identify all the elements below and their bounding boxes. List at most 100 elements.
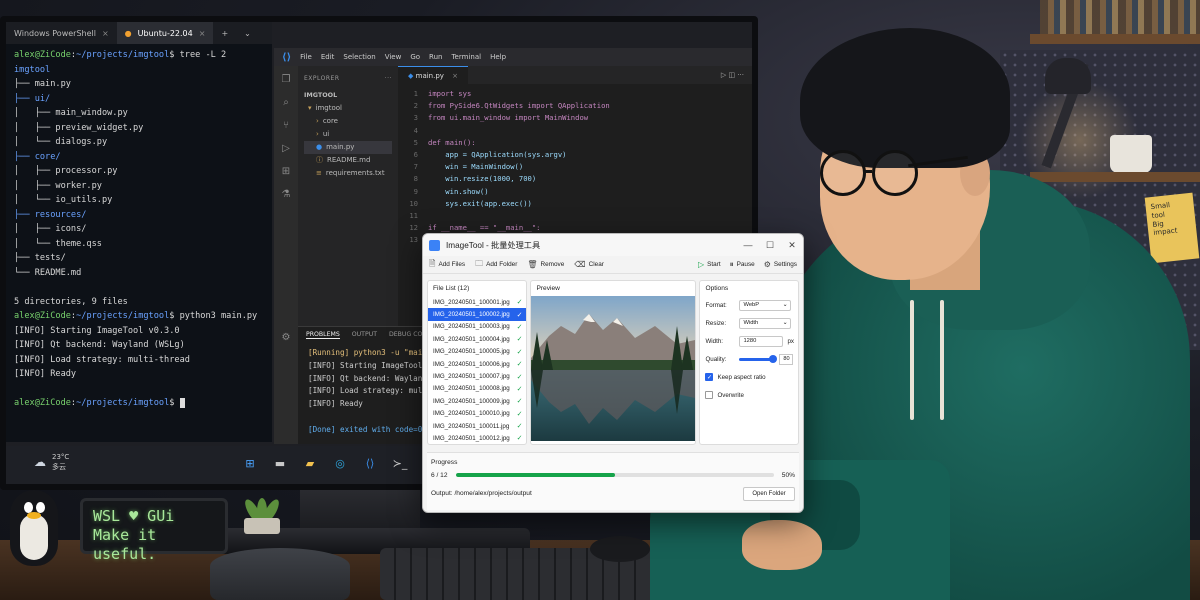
toolbar-button-label: Settings [773,261,797,268]
terminal-line: ├── ui/ [14,92,264,107]
file-list-item[interactable]: IMG_20240501_100005.jpg ✓ [428,346,526,358]
windows-start-icon[interactable]: ⊞ [240,453,260,473]
overwrite-row[interactable]: Overwrite [700,386,794,404]
monitor-stand [300,490,420,532]
settings-button[interactable]: ⚙ Settings [764,260,797,270]
menu-item-run[interactable]: Run [429,53,442,61]
explorer-project-name[interactable]: IMGTOOL [304,89,392,102]
keep-aspect-row[interactable]: ✓ Keep aspect ratio [700,368,794,386]
terminal-text: ├── main.py [14,79,71,89]
menu-item-help[interactable]: Help [490,53,506,61]
explorer-item[interactable]: › ui [304,128,392,141]
run-debug-icon[interactable]: ▷ [282,143,290,154]
file-list-item[interactable]: IMG_20240501_100006.jpg ✓ [428,358,526,370]
file-list-item[interactable]: IMG_20240501_100007.jpg ✓ [428,370,526,382]
file-list-item[interactable]: IMG_20240501_100004.jpg ✓ [428,333,526,345]
quality-label: Quality: [705,355,727,363]
tux-penguin-figure [4,480,64,570]
line-number: 2 [413,101,418,111]
pause-button[interactable]: ⏸ Pause [730,260,755,270]
text-cursor [179,397,185,408]
explorer-item[interactable]: ▾ imgtool [304,102,392,115]
close-icon[interactable]: × [102,29,109,38]
menu-item-go[interactable]: Go [410,53,420,61]
file-icon: ⓘ [316,156,323,164]
file-explorer-icon[interactable]: ▬ [270,453,290,473]
explorer-item[interactable]: › core [304,115,392,128]
menu-item-terminal[interactable]: Terminal [451,53,481,61]
explorer-item[interactable]: ≡ requirements.txt [304,167,392,180]
explorer-icon[interactable]: ❐ [282,74,291,85]
keep-aspect-checkbox[interactable]: ✓ [705,373,714,381]
checkmark-icon: ✓ [516,299,523,307]
file-list-item[interactable]: IMG_20240501_100012.jpg ✓ [428,432,526,444]
settings-gear-icon[interactable]: ⚙ [282,332,291,343]
folder-icon[interactable]: ▰ [300,453,320,473]
start-button[interactable]: ▷ Start [698,260,721,270]
terminal-text: ├── tests/ [14,253,66,263]
panel-tab[interactable]: PROBLEMS [306,331,340,339]
search-icon[interactable]: ⌕ [283,97,289,108]
explorer-more-button[interactable]: ··· [385,72,392,85]
explorer-item-label: imgtool [315,104,342,112]
file-list-item[interactable]: IMG_20240501_100003.jpg ✓ [428,321,526,333]
prompt-sigil: $ [169,311,180,321]
terminal-text: imgtool [14,64,51,75]
source-control-icon[interactable]: ⑂ [283,120,289,131]
hoodie-string [910,300,914,420]
file-icon: ≡ [316,169,322,177]
overwrite-checkbox[interactable] [705,391,714,399]
minimize-icon[interactable]: — [737,234,759,256]
quality-slider[interactable] [739,354,778,363]
explorer-item[interactable]: ● main.py [304,141,392,154]
editor-tab-main[interactable]: ◆ main.py × [398,66,469,84]
terminal-line: alex@ZiCode:~/projects/imgtool$ tree -L … [14,48,264,63]
terminal-icon[interactable]: ≻_ [390,453,410,473]
close-icon[interactable]: × [199,29,206,38]
quality-value[interactable]: 80 [779,353,794,365]
file-list-item[interactable]: IMG_20240501_100008.jpg ✓ [428,383,526,395]
width-input[interactable]: 1280 [739,335,784,347]
tab-powershell[interactable]: Windows PowerShell × [6,22,117,44]
menu-item-view[interactable]: View [385,53,402,61]
extensions-icon[interactable]: ⊞ [282,166,290,177]
terminal-output[interactable]: alex@ZiCode:~/projects/imgtool$ tree -L … [6,44,272,415]
coffee-mug [210,548,350,600]
file-list-item[interactable]: IMG_20240501_100010.jpg ✓ [428,408,526,420]
menu-item-selection[interactable]: Selection [343,53,375,61]
clear-button[interactable]: ⌫ Clear [574,258,604,272]
open-folder-button[interactable]: Open Folder [743,487,795,501]
testing-icon[interactable]: ⚗ [282,189,291,200]
explorer-item[interactable]: ⓘ README.md [304,154,392,167]
checkmark-icon: ✓ [516,348,523,356]
new-tab-button[interactable]: + [213,22,236,44]
imagetool-titlebar[interactable]: ImageTool - 批量处理工具 — ☐ ✕ [423,234,803,256]
add-folder-button[interactable]: 🗀 Add Folder [475,258,517,272]
terminal-line: alex@ZiCode:~/projects/imgtool$ python3 … [14,309,264,324]
file-list-item[interactable]: IMG_20240501_100002.jpg ✓ [428,308,527,321]
add-files-button[interactable]: 🗎 Add Files [429,258,465,272]
file-list-item[interactable]: IMG_20240501_100011.jpg ✓ [428,420,526,432]
file-list-item[interactable]: IMG_20240501_100009.jpg ✓ [428,395,526,407]
menu-item-edit[interactable]: Edit [321,53,335,61]
maximize-icon[interactable]: ☐ [759,234,781,256]
format-select[interactable]: WebP ⌄ [739,299,792,311]
toolbar-button-label: Pause [736,261,755,268]
remove-button[interactable]: 🗑 Remove [527,258,564,272]
close-icon[interactable]: × [452,72,458,80]
file-list-item[interactable]: IMG_20240501_100001.jpg ✓ [428,296,526,308]
file-name: IMG_20240501_100008.jpg [433,385,510,393]
resize-select[interactable]: Width ⌄ [739,317,792,329]
file-name: IMG_20240501_100001.jpg [433,298,510,306]
toolbar-right: ▷ Start ⏸ Pause ⚙ Settings [698,260,797,270]
vscode-icon[interactable]: ⟨⟩ [360,453,380,473]
menu-item-file[interactable]: File [300,53,312,61]
close-icon[interactable]: ✕ [781,234,803,256]
keep-aspect-label: Keep aspect ratio [717,373,766,381]
lcd-sign: WSL ♥ GUi Make it useful. [80,498,228,563]
tab-dropdown-button[interactable]: ⌄ [236,22,259,44]
panel-tab[interactable]: OUTPUT [352,331,377,339]
edge-browser-icon[interactable]: ◎ [330,453,350,473]
tab-ubuntu[interactable]: ● Ubuntu-22.04 × [116,22,214,44]
weather-widget[interactable]: ☁ 23°C 多云 [34,452,69,472]
